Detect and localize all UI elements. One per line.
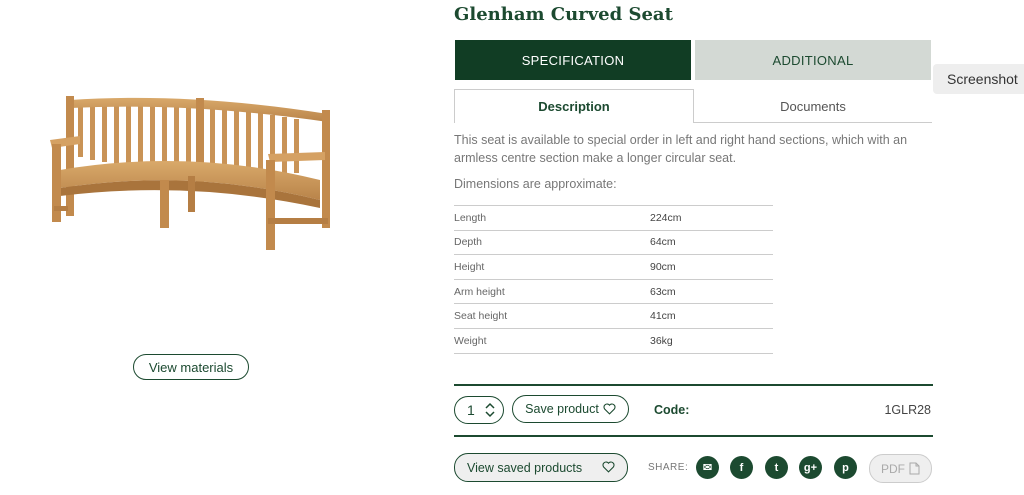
tab-documents[interactable]: Documents bbox=[694, 89, 932, 123]
email-icon[interactable]: ✉ bbox=[696, 456, 719, 479]
table-row: Length 224cm bbox=[454, 206, 773, 231]
quantity-value: 1 bbox=[467, 402, 475, 418]
dimensions-table: Length 224cm Depth 64cm Height 90cm Arm … bbox=[454, 205, 773, 354]
purchase-bar: 1 Save product Code: 1GLR28 bbox=[454, 384, 933, 437]
pinterest-icon[interactable]: p bbox=[834, 456, 857, 479]
product-code: 1GLR28 bbox=[884, 403, 931, 417]
dimension-label: Seat height bbox=[454, 310, 508, 323]
tab-specification[interactable]: SPECIFICATION bbox=[455, 40, 691, 80]
pdf-button[interactable]: PDF bbox=[869, 454, 932, 483]
share-label: SHARE: bbox=[648, 462, 689, 473]
dimension-label: Height bbox=[454, 260, 485, 273]
pdf-file-icon bbox=[909, 462, 920, 475]
view-saved-label: View saved products bbox=[467, 460, 583, 475]
screenshot-tooltip[interactable]: Screenshot bbox=[933, 64, 1024, 94]
save-product-label: Save product bbox=[525, 402, 599, 416]
dimension-value: 63cm bbox=[650, 285, 676, 298]
heart-icon bbox=[602, 461, 615, 473]
view-materials-button[interactable]: View materials bbox=[133, 354, 249, 380]
table-row: Arm height 63cm bbox=[454, 280, 773, 305]
table-row: Seat height 41cm bbox=[454, 304, 773, 329]
dimension-label: Arm height bbox=[454, 285, 505, 298]
bench-illustration bbox=[50, 96, 330, 250]
dimension-label: Length bbox=[454, 211, 487, 224]
google-plus-icon[interactable]: g+ bbox=[799, 456, 822, 479]
twitter-icon[interactable]: t bbox=[765, 456, 788, 479]
table-row: Depth 64cm bbox=[454, 231, 773, 256]
view-saved-products-button[interactable]: View saved products bbox=[454, 453, 628, 482]
dimension-value: 64cm bbox=[650, 236, 676, 249]
tab-description[interactable]: Description bbox=[454, 89, 694, 123]
dimensions-note: Dimensions are approximate: bbox=[454, 177, 617, 191]
dimension-label: Depth bbox=[454, 236, 483, 249]
save-product-button[interactable]: Save product bbox=[512, 395, 629, 423]
dimension-label: Weight bbox=[454, 334, 487, 347]
product-title: Glenham Curved Seat bbox=[454, 4, 673, 25]
stepper-arrows-icon[interactable] bbox=[485, 402, 495, 418]
dimension-value: 41cm bbox=[650, 310, 676, 323]
dimension-value: 224cm bbox=[650, 211, 682, 224]
subtab-bar: Description Documents bbox=[454, 89, 932, 123]
tab-additional[interactable]: ADDITIONAL bbox=[695, 40, 931, 80]
description-text: This seat is available to special order … bbox=[454, 133, 908, 165]
product-image bbox=[40, 88, 340, 258]
heart-icon bbox=[603, 403, 616, 415]
table-row: Weight 36kg bbox=[454, 329, 773, 354]
facebook-icon[interactable]: f bbox=[730, 456, 753, 479]
pdf-label: PDF bbox=[881, 461, 905, 476]
table-row: Height 90cm bbox=[454, 255, 773, 280]
quantity-stepper[interactable]: 1 bbox=[454, 396, 504, 424]
code-label: Code: bbox=[654, 403, 690, 417]
dimension-value: 90cm bbox=[650, 260, 676, 273]
dimension-value: 36kg bbox=[650, 334, 673, 347]
